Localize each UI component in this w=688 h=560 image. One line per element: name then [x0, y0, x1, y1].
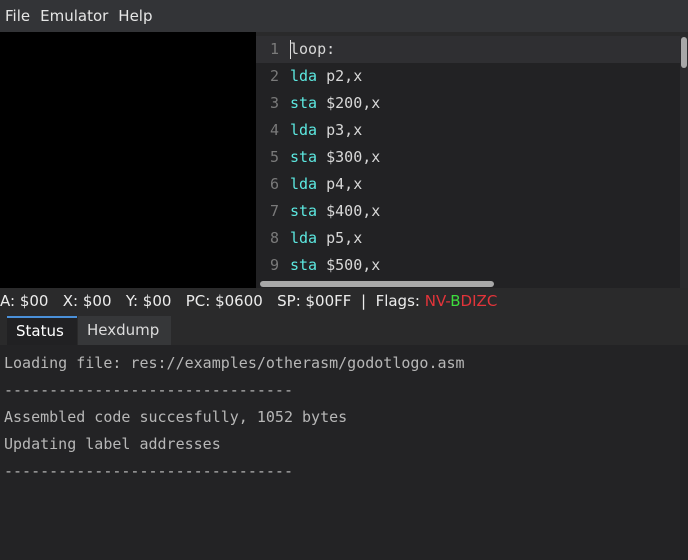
register-pc: PC: $0600: [185, 292, 263, 310]
code-line[interactable]: 9 sta $500,x: [256, 252, 680, 279]
flag-c: C: [486, 292, 498, 310]
code-line[interactable]: 4 lda p3,x: [256, 117, 680, 144]
cpu-registers-bar: A: $00 X: $00 Y: $00 PC: $0600 SP: $00FF…: [0, 288, 688, 314]
log-line: Loading file: res://examples/otherasm/go…: [4, 354, 465, 372]
text-caret: [290, 40, 291, 59]
log-line: --------------------------------: [4, 381, 293, 399]
menu-emulator[interactable]: Emulator: [35, 0, 113, 32]
menu-file[interactable]: File: [0, 0, 35, 32]
register-x: X: $00: [62, 292, 112, 310]
flag-d: D: [460, 292, 473, 310]
code-line[interactable]: 6 lda p4,x: [256, 171, 680, 198]
code-text: sta $500,x: [290, 256, 381, 274]
log-line: --------------------------------: [4, 462, 293, 480]
flag-n: N: [424, 292, 436, 310]
menu-bar: File Emulator Help: [0, 0, 688, 32]
line-number: 1: [269, 40, 279, 58]
line-number: 7: [269, 202, 279, 220]
code-text: lda p5,x: [290, 229, 363, 247]
tab-hexdump[interactable]: Hexdump: [78, 316, 171, 345]
code-text: loop:: [290, 40, 336, 58]
line-number: 5: [269, 148, 279, 166]
code-text: lda p3,x: [290, 121, 363, 139]
register-y: Y: $00: [125, 292, 172, 310]
menu-help[interactable]: Help: [113, 0, 157, 32]
editor-vertical-scrollbar[interactable]: [680, 36, 688, 288]
status-flags: NV-BDIZC: [425, 292, 498, 310]
code-text: lda p2,x: [290, 67, 363, 85]
line-number: 4: [269, 121, 279, 139]
code-line[interactable]: 7 sta $400,x: [256, 198, 680, 225]
line-number: 6: [269, 175, 279, 193]
flags-label: Flags:: [375, 292, 420, 310]
output-tab-bar: Status Hexdump: [0, 314, 688, 345]
vertical-scroll-thumb[interactable]: [681, 37, 687, 68]
log-line: Assembled code succesfully, 1052 bytes: [4, 408, 348, 426]
line-number: 2: [269, 67, 279, 85]
flag-b: B: [450, 292, 461, 310]
line-number: 9: [269, 256, 279, 274]
code-editor[interactable]: 1 loop: 2 lda p2,x 3 sta $200,x 4 lda p3…: [256, 36, 688, 288]
code-text: lda p4,x: [290, 175, 363, 193]
code-text: sta $200,x: [290, 94, 381, 112]
code-line[interactable]: 5 sta $300,x: [256, 144, 680, 171]
line-number: 3: [269, 94, 279, 112]
flag-z: Z: [476, 292, 487, 310]
editor-horizontal-scroll-thumb[interactable]: [260, 281, 494, 287]
emulator-display: [0, 32, 256, 288]
register-separator: |: [360, 292, 367, 310]
tab-status[interactable]: Status: [7, 316, 77, 345]
code-text: sta $300,x: [290, 148, 381, 166]
code-line[interactable]: 2 lda p2,x: [256, 63, 680, 90]
code-line[interactable]: 3 sta $200,x: [256, 90, 680, 117]
register-a: A: $00: [0, 292, 49, 310]
flag-v: V: [435, 292, 446, 310]
line-number: 8: [269, 229, 279, 247]
log-line: Updating label addresses: [4, 435, 221, 453]
register-sp: SP: $00FF: [277, 292, 352, 310]
code-text: sta $400,x: [290, 202, 381, 220]
status-console[interactable]: Loading file: res://examples/otherasm/go…: [0, 345, 688, 560]
code-line[interactable]: 8 lda p5,x: [256, 225, 680, 252]
code-line[interactable]: 1 loop:: [256, 36, 680, 63]
